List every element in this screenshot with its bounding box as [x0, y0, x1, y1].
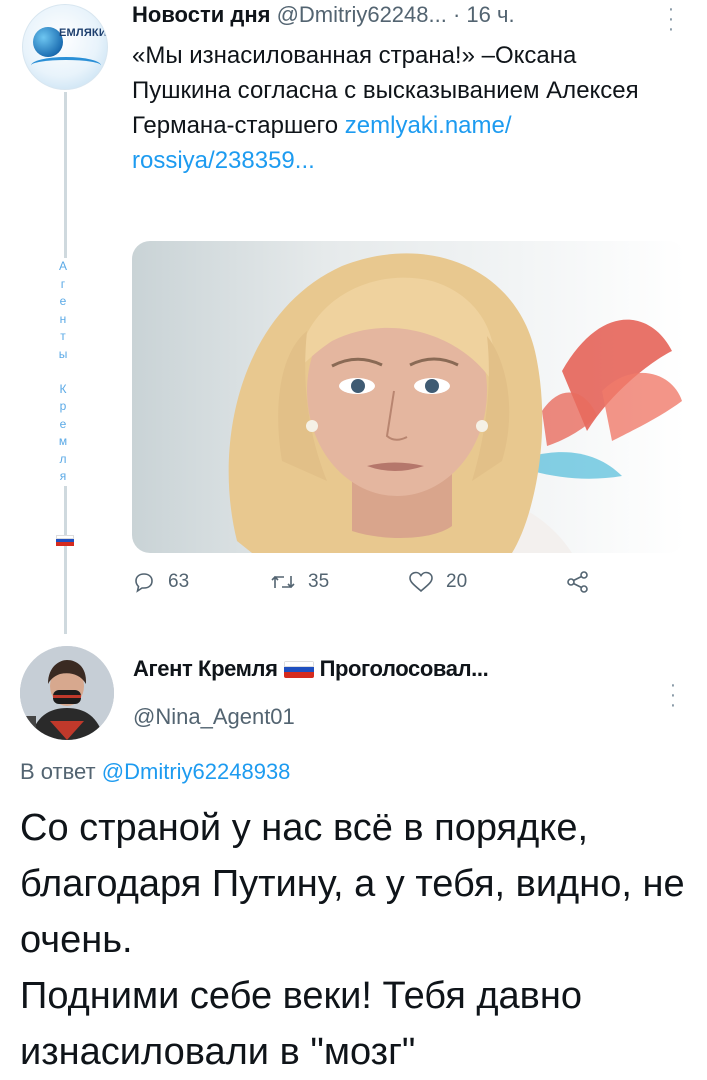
- avatar-photo: [20, 646, 114, 740]
- reply-icon: [135, 573, 153, 593]
- share-icon: [567, 571, 588, 593]
- side-letter: н: [59, 311, 67, 326]
- reply-button[interactable]: 63: [132, 570, 189, 594]
- more-icon[interactable]: · · ·: [667, 675, 679, 715]
- author-name[interactable]: Новости дня: [132, 2, 270, 27]
- logo-swoosh: [31, 57, 101, 74]
- portrait-photo: [228, 253, 682, 553]
- author-handle[interactable]: @Dmitriy62248...: [277, 2, 447, 27]
- side-letter-gap: [56, 363, 70, 381]
- reply-author-avatar[interactable]: [20, 646, 114, 740]
- side-letter: г: [60, 276, 66, 291]
- side-letter: е: [59, 294, 67, 308]
- side-letter: я: [59, 469, 67, 483]
- tweet-text: «Мы изнасилованная страна!» –Оксана Пушк…: [132, 38, 652, 178]
- russian-flag-icon: [56, 535, 74, 546]
- side-letter: р: [59, 399, 67, 413]
- reply-header: Агент Кремля Проголосовал...: [133, 656, 489, 682]
- reply-count: 63: [168, 571, 190, 592]
- avatar-brand-text: ЕМЛЯКИ: [59, 27, 107, 39]
- reply-text-line: Подними себе веки! Тебя давно изнасилова…: [20, 975, 582, 1073]
- share-button[interactable]: [565, 570, 591, 594]
- reply-text: Со страной у нас всё в порядке, благодар…: [20, 800, 700, 1080]
- retweet-icon: [271, 575, 295, 589]
- tweet-time[interactable]: · 16 ч.: [453, 2, 515, 27]
- reply-author-name[interactable]: Агент Кремля: [133, 656, 278, 681]
- like-count: 20: [446, 571, 468, 592]
- side-letter: м: [58, 434, 68, 448]
- side-letter: А: [58, 259, 67, 273]
- reply-to-prefix: В ответ: [20, 759, 96, 784]
- side-letter: ы: [58, 346, 68, 361]
- reply-text-line: Со страной у нас всё в порядке, благодар…: [20, 807, 685, 961]
- side-label: А г е н т ы К р е м л я: [56, 258, 70, 486]
- like-button[interactable]: 20: [408, 570, 467, 594]
- russian-flag-icon: [283, 661, 314, 678]
- side-letter: К: [59, 381, 67, 396]
- tweet-header: Новости дня @Dmitriy62248... · 16 ч.: [132, 2, 515, 28]
- reply-author-handle[interactable]: @Nina_Agent01: [133, 704, 295, 730]
- side-letter: т: [60, 329, 66, 343]
- side-letter: е: [59, 416, 67, 431]
- reply-author-name-suffix[interactable]: Проголосовал...: [320, 656, 489, 681]
- reply-to-line: В ответ @Dmitriy62248938: [20, 759, 290, 785]
- tweet-image[interactable]: [132, 241, 686, 553]
- retweet-button[interactable]: 35: [270, 570, 329, 594]
- retweet-count: 35: [308, 571, 330, 592]
- reply-to-handle[interactable]: @Dmitriy62248938: [102, 759, 291, 784]
- like-icon: [409, 571, 433, 593]
- author-avatar[interactable]: ЕМЛЯКИ: [22, 4, 108, 90]
- side-letter: л: [59, 451, 67, 466]
- more-icon[interactable]: · · ·: [665, 0, 677, 39]
